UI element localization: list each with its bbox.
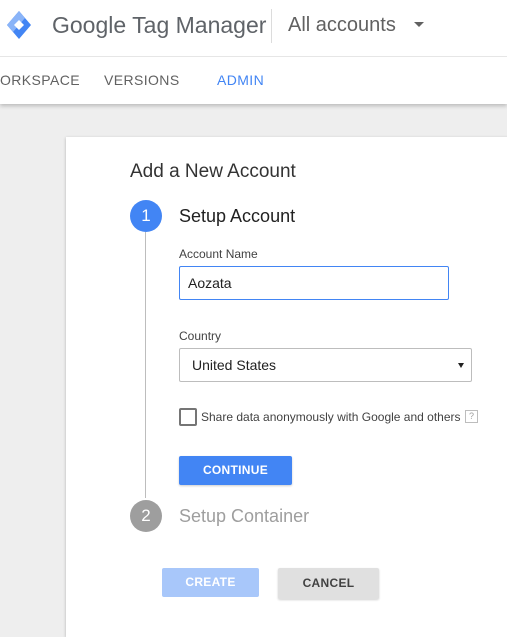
brand-google: Google: [52, 12, 127, 38]
product-name[interactable]: Google Tag Manager: [52, 11, 266, 39]
help-icon[interactable]: ?: [465, 410, 478, 423]
share-data-label: Share data anonymously with Google and o…: [201, 410, 461, 424]
header-top-bar: Google Tag Manager All accounts: [0, 0, 507, 57]
account-name-label: Account Name: [179, 247, 258, 261]
tab-workspace[interactable]: ORKSPACE: [0, 72, 80, 88]
brand-product: Tag Manager: [132, 12, 267, 38]
account-name-input[interactable]: [179, 266, 449, 300]
step-number-1: 1: [130, 200, 162, 232]
create-button[interactable]: CREATE: [162, 568, 259, 597]
step-title-setup-account: Setup Account: [179, 206, 296, 226]
caret-down-icon[interactable]: [414, 22, 424, 27]
share-data-checkbox[interactable]: [179, 408, 197, 426]
country-select[interactable]: United States: [179, 348, 472, 382]
account-switcher[interactable]: All accounts: [288, 12, 396, 38]
step-number-2: 2: [130, 500, 162, 532]
tag-manager-logo-icon[interactable]: [5, 9, 33, 41]
stepper-connector: [145, 232, 146, 498]
country-label: Country: [179, 329, 222, 343]
header-divider: [271, 9, 272, 43]
page-title: Add a New Account: [130, 161, 296, 182]
tab-admin[interactable]: ADMIN: [217, 72, 264, 88]
app-header: Google Tag Manager All accounts ORKSPACE…: [0, 0, 507, 104]
cancel-button[interactable]: CANCEL: [278, 568, 379, 599]
step-title-setup-container: Setup Container: [179, 506, 310, 526]
tab-versions[interactable]: VERSIONS: [104, 72, 180, 88]
country-selected-value: United States: [192, 357, 277, 373]
continue-button[interactable]: CONTINUE: [179, 456, 292, 485]
caret-down-icon: [458, 363, 464, 368]
